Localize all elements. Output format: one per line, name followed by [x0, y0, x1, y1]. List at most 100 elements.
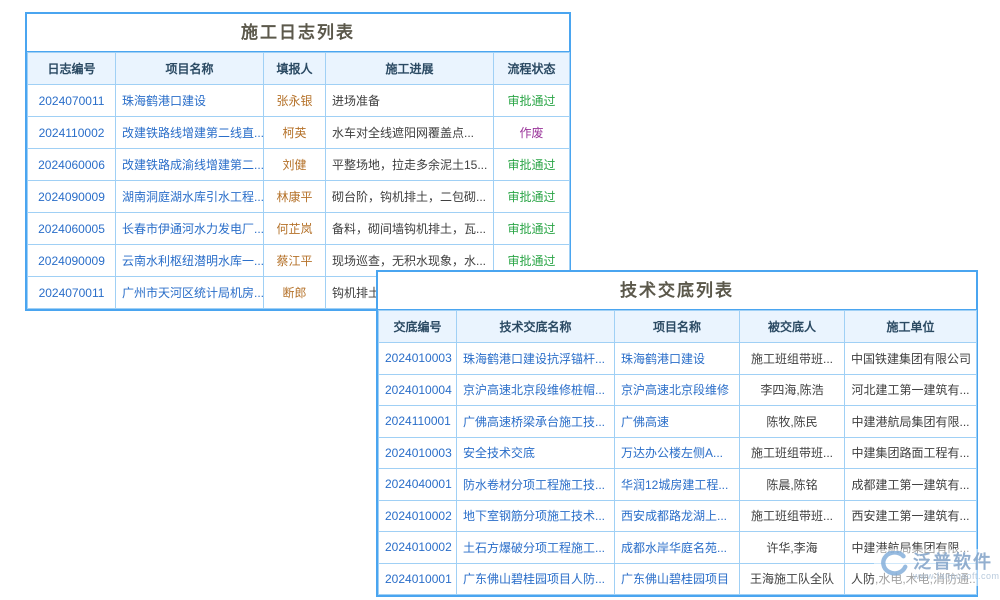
disc-unit: 河北建工第一建筑有...: [845, 374, 977, 406]
log-project-link[interactable]: 湖南洞庭湖水库引水工程...: [116, 181, 264, 213]
disc-project-link[interactable]: 万达办公楼左侧A...: [615, 437, 740, 469]
disc-person: 王海施工队全队: [740, 563, 845, 595]
table-row[interactable]: 2024110001 广佛高速桥梁承台施工技... 广佛高速 陈牧,陈民 中建港…: [379, 406, 977, 438]
disc-unit: 成都建工第一建筑有...: [845, 469, 977, 501]
disc-person: 施工班组带班...: [740, 437, 845, 469]
disc-name-link[interactable]: 广东佛山碧桂园项目人防...: [457, 563, 615, 595]
disc-id-link[interactable]: 2024010001: [379, 563, 457, 595]
log-reporter: 林康平: [264, 181, 326, 213]
table-row[interactable]: 2024010004 京沪高速北京段维修桩帽... 京沪高速北京段维修 李四海,…: [379, 374, 977, 406]
log-progress: 水车对全线遮阳网覆盖点...: [326, 117, 494, 149]
status-badge: 审批通过: [494, 85, 570, 117]
disc-project-link[interactable]: 西安成都路龙湖上...: [615, 500, 740, 532]
disc-person: 施工班组带班...: [740, 500, 845, 532]
log-reporter: 何芷岚: [264, 213, 326, 245]
table-row[interactable]: 2024010002 地下室钢筋分项施工技术... 西安成都路龙湖上... 施工…: [379, 500, 977, 532]
disclosure-table-title: 技术交底列表: [378, 272, 976, 310]
log-project-link[interactable]: 长春市伊通河水力发电厂...: [116, 213, 264, 245]
disc-name-link[interactable]: 珠海鹤港口建设抗浮锚杆...: [457, 343, 615, 375]
disc-name-link[interactable]: 防水卷材分项工程施工技...: [457, 469, 615, 501]
log-id-link[interactable]: 2024090009: [28, 245, 116, 277]
fanpu-logo: 泛普软件 www.fanpusoft.com: [874, 549, 1000, 586]
log-progress: 进场准备: [326, 85, 494, 117]
log-progress: 备料，砌间墙钩机排土，瓦...: [326, 213, 494, 245]
disc-name-link[interactable]: 土石方爆破分项工程施工...: [457, 532, 615, 564]
disc-id-link[interactable]: 2024010003: [379, 343, 457, 375]
log-project-link[interactable]: 广州市天河区统计局机房...: [116, 277, 264, 309]
log-id-link[interactable]: 2024090009: [28, 181, 116, 213]
disc-project-link[interactable]: 成都水岸华庭名苑...: [615, 532, 740, 564]
table-row[interactable]: 2024070011 珠海鹤港口建设 张永银 进场准备 审批通过: [28, 85, 570, 117]
log-id-link[interactable]: 2024110002: [28, 117, 116, 149]
disc-project-link[interactable]: 珠海鹤港口建设: [615, 343, 740, 375]
table-row[interactable]: 2024060005 长春市伊通河水力发电厂... 何芷岚 备料，砌间墙钩机排土…: [28, 213, 570, 245]
log-col-progress: 施工进展: [326, 53, 494, 85]
table-row[interactable]: 2024010003 安全技术交底 万达办公楼左侧A... 施工班组带班... …: [379, 437, 977, 469]
log-col-reporter: 填报人: [264, 53, 326, 85]
disc-id-link[interactable]: 2024010004: [379, 374, 457, 406]
fanpu-url: www.fanpusoft.com: [913, 572, 1000, 582]
disc-col-unit: 施工单位: [845, 311, 977, 343]
log-id-link[interactable]: 2024060006: [28, 149, 116, 181]
fanpu-brand-name: 泛普软件: [913, 553, 1000, 573]
disclosure-table-header-row: 交底编号 技术交底名称 项目名称 被交底人 施工单位: [379, 311, 977, 343]
table-row[interactable]: 2024060006 改建铁路成渝线增建第二... 刘健 平整场地，拉走多余泥土…: [28, 149, 570, 181]
log-reporter: 蔡江平: [264, 245, 326, 277]
log-id-link[interactable]: 2024070011: [28, 85, 116, 117]
log-col-project: 项目名称: [116, 53, 264, 85]
table-row[interactable]: 2024110002 改建铁路线增建第二线直... 柯英 水车对全线遮阳网覆盖点…: [28, 117, 570, 149]
disc-col-id: 交底编号: [379, 311, 457, 343]
construction-log-panel: 施工日志列表 日志编号 项目名称 填报人 施工进展 流程状态 202407001…: [25, 12, 571, 311]
log-project-link[interactable]: 改建铁路线增建第二线直...: [116, 117, 264, 149]
fanpu-logo-text: 泛普软件 www.fanpusoft.com: [913, 553, 1000, 583]
disc-person: 许华,李海: [740, 532, 845, 564]
table-row[interactable]: 2024040001 防水卷材分项工程施工技... 华润12城房建工程... 陈…: [379, 469, 977, 501]
disc-name-link[interactable]: 地下室钢筋分项施工技术...: [457, 500, 615, 532]
log-reporter: 柯英: [264, 117, 326, 149]
disc-project-link[interactable]: 广佛高速: [615, 406, 740, 438]
status-badge: 作废: [494, 117, 570, 149]
status-badge: 审批通过: [494, 149, 570, 181]
log-progress: 砌台阶，钩机排土，二包砌...: [326, 181, 494, 213]
disc-col-project: 项目名称: [615, 311, 740, 343]
table-row[interactable]: 2024090009 湖南洞庭湖水库引水工程... 林康平 砌台阶，钩机排土，二…: [28, 181, 570, 213]
log-id-link[interactable]: 2024070011: [28, 277, 116, 309]
disc-id-link[interactable]: 2024010002: [379, 532, 457, 564]
log-progress: 平整场地，拉走多余泥土15...: [326, 149, 494, 181]
disc-id-link[interactable]: 2024110001: [379, 406, 457, 438]
log-reporter: 刘健: [264, 149, 326, 181]
disc-project-link[interactable]: 京沪高速北京段维修: [615, 374, 740, 406]
disc-col-name: 技术交底名称: [457, 311, 615, 343]
table-row[interactable]: 2024010003 珠海鹤港口建设抗浮锚杆... 珠海鹤港口建设 施工班组带班…: [379, 343, 977, 375]
disc-col-person: 被交底人: [740, 311, 845, 343]
disc-project-link[interactable]: 广东佛山碧桂园项目: [615, 563, 740, 595]
log-col-id: 日志编号: [28, 53, 116, 85]
log-project-link[interactable]: 改建铁路成渝线增建第二...: [116, 149, 264, 181]
disc-unit: 西安建工第一建筑有...: [845, 500, 977, 532]
disc-unit: 中建港航局集团有限...: [845, 406, 977, 438]
log-table-header-row: 日志编号 项目名称 填报人 施工进展 流程状态: [28, 53, 570, 85]
disc-project-link[interactable]: 华润12城房建工程...: [615, 469, 740, 501]
disc-name-link[interactable]: 广佛高速桥梁承台施工技...: [457, 406, 615, 438]
technical-disclosure-panel: 技术交底列表 交底编号 技术交底名称 项目名称 被交底人 施工单位 202401…: [376, 270, 978, 597]
log-reporter: 断郎: [264, 277, 326, 309]
log-col-status: 流程状态: [494, 53, 570, 85]
disc-unit: 中建集团路面工程有...: [845, 437, 977, 469]
disc-unit: 中国铁建集团有限公司: [845, 343, 977, 375]
disc-person: 施工班组带班...: [740, 343, 845, 375]
log-project-link[interactable]: 云南水利枢纽潜明水库一...: [116, 245, 264, 277]
disc-person: 陈晨,陈铭: [740, 469, 845, 501]
log-id-link[interactable]: 2024060005: [28, 213, 116, 245]
disc-name-link[interactable]: 京沪高速北京段维修桩帽...: [457, 374, 615, 406]
disc-name-link[interactable]: 安全技术交底: [457, 437, 615, 469]
log-table-title: 施工日志列表: [27, 14, 569, 52]
status-badge: 审批通过: [494, 213, 570, 245]
disc-id-link[interactable]: 2024010003: [379, 437, 457, 469]
status-badge: 审批通过: [494, 181, 570, 213]
disc-id-link[interactable]: 2024040001: [379, 469, 457, 501]
fanpu-swirl-icon: [878, 551, 908, 584]
disc-id-link[interactable]: 2024010002: [379, 500, 457, 532]
disc-person: 李四海,陈浩: [740, 374, 845, 406]
log-project-link[interactable]: 珠海鹤港口建设: [116, 85, 264, 117]
log-reporter: 张永银: [264, 85, 326, 117]
